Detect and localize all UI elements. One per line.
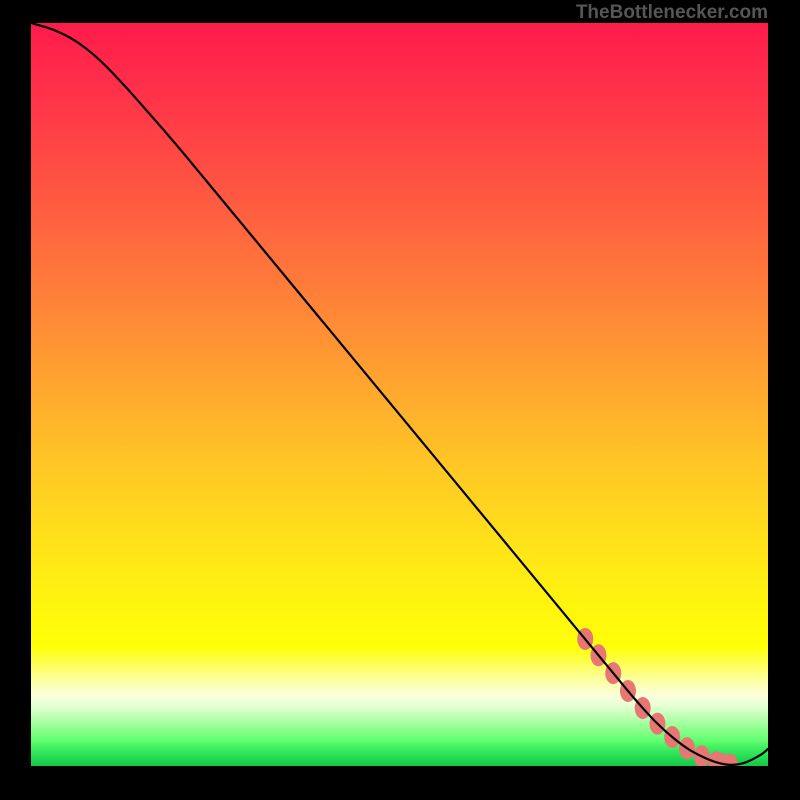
watermark-text: TheBottlenecker.com bbox=[576, 2, 768, 24]
chart-frame bbox=[31, 23, 768, 766]
gradient-background bbox=[31, 23, 768, 766]
bottleneck-chart bbox=[31, 23, 768, 766]
